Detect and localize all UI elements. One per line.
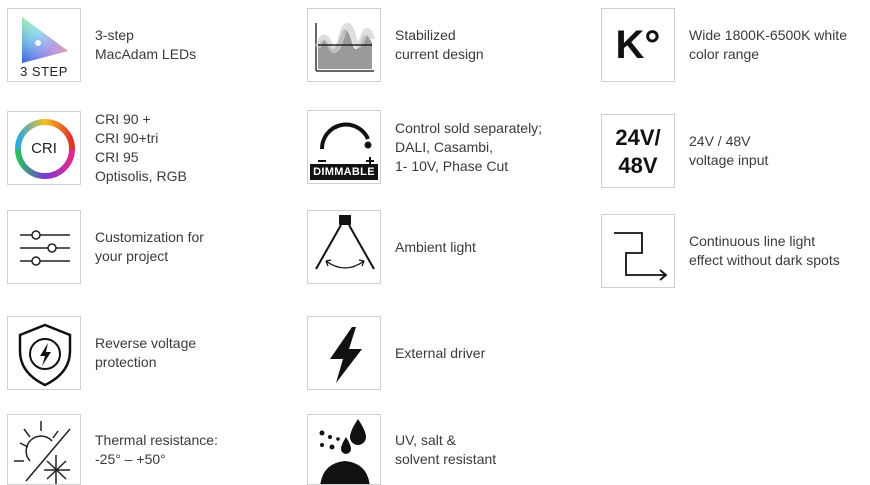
feature-text: CRI 90 + CRI 90+tri CRI 95 Optisolis, RG… (95, 110, 187, 186)
feature-driver: External driver (307, 316, 485, 390)
feature-line: DALI, Casambi, (395, 138, 494, 155)
feature-line: CRI 95 (95, 149, 139, 165)
feature-continuous: Continuous line light effect without dar… (601, 214, 840, 288)
voltage-badge-line: 24V/ (615, 125, 661, 150)
step-badge: 3 STEP (20, 64, 68, 79)
feature-line: MacAdam LEDs (95, 46, 197, 62)
voltage-badge-line: 48V (618, 153, 658, 178)
shield-bolt-icon (7, 316, 81, 390)
feature-text: Customization for your project (95, 228, 204, 266)
feature-line: protection (95, 354, 157, 370)
continuous-line-icon (601, 214, 675, 288)
cri-badge: CRI (31, 140, 57, 157)
feature-line: solvent resistant (395, 450, 497, 467)
feature-resistant: UV, salt & solvent resistant (307, 414, 496, 485)
feature-line: your project (95, 248, 169, 264)
feature-line: Stabilized (395, 27, 456, 43)
feature-color-range: K° Wide 1800K-6500K white color range (601, 8, 847, 82)
feature-line: 24V / 48V (689, 133, 751, 149)
feature-text: UV, salt & solvent resistant (395, 431, 496, 469)
feature-line: CRI 90+tri (95, 130, 159, 146)
feature-line: CRI 90 + (95, 111, 151, 127)
feature-text: Thermal resistance: -25° – +50° (95, 431, 218, 469)
feature-line: Optisolis, RGB (95, 168, 187, 184)
voltage-badge: 24V/ 48V (602, 124, 674, 180)
feature-line: effect without dark spots (689, 252, 840, 268)
voltage-icon: 24V/ 48V (601, 114, 675, 188)
feature-line: External driver (395, 344, 486, 361)
sliders-icon (7, 210, 81, 284)
feature-line: 3-step (95, 27, 134, 43)
drops-umbrella-icon (307, 414, 381, 485)
kelvin-badge: K° (615, 23, 661, 67)
feature-voltage: 24V/ 48V 24V / 48V voltage input (601, 114, 768, 188)
feature-line: Ambient light (395, 238, 476, 255)
feature-line: 1- 10V, Phase Cut (395, 157, 509, 174)
feature-text: 24V / 48V voltage input (689, 132, 768, 170)
feature-line: Wide 1800K-6500K white (689, 27, 847, 43)
feature-line: UV, salt & (395, 431, 456, 448)
kelvin-icon: K° (601, 8, 675, 82)
lightning-icon (307, 316, 381, 390)
feature-line: Thermal resistance: (95, 431, 218, 448)
current-wave-icon (307, 8, 381, 82)
feature-line: color range (689, 46, 760, 62)
feature-line: Continuous line light (689, 233, 816, 249)
feature-reverse: Reverse voltage protection (7, 316, 196, 390)
feature-line: Reverse voltage (95, 335, 197, 351)
feature-text: External driver (395, 344, 485, 363)
feature-line: Customization for (95, 229, 204, 245)
feature-thermal: Thermal resistance: -25° – +50° (7, 414, 218, 485)
feature-text: Continuous line light effect without dar… (689, 232, 840, 270)
feature-control: DIMMABLE Control sold separately; DALI, … (307, 110, 542, 184)
feature-text: Ambient light (395, 238, 476, 257)
feature-stabilized: Stabilized current design (307, 8, 484, 82)
feature-ambient: Ambient light (307, 210, 476, 284)
feature-text: Wide 1800K-6500K white color range (689, 26, 847, 64)
cri-ring-icon: CRI (7, 111, 81, 185)
feature-text: Stabilized current design (395, 26, 484, 64)
feature-macadam: 3 STEP 3-step MacAdam LEDs (7, 8, 196, 82)
feature-text: 3-step MacAdam LEDs (95, 26, 196, 64)
feature-line: voltage input (689, 152, 769, 168)
feature-line: current design (395, 46, 484, 62)
light-beam-icon (307, 210, 381, 284)
dimmable-badge: DIMMABLE (310, 164, 378, 180)
feature-line: Control sold separately; (395, 119, 543, 136)
color-gamut-icon: 3 STEP (7, 8, 81, 82)
feature-text: Control sold separately; DALI, Casambi, … (395, 119, 542, 176)
feature-customization: Customization for your project (7, 210, 204, 284)
sun-snow-icon (7, 414, 81, 485)
feature-text: Reverse voltage protection (95, 334, 196, 372)
dimmer-knob-icon: DIMMABLE (307, 110, 381, 184)
feature-line: -25° – +50° (95, 450, 166, 467)
feature-cri: CRI CRI 90 + CRI 90+tri CRI 95 Optisolis… (7, 110, 187, 186)
